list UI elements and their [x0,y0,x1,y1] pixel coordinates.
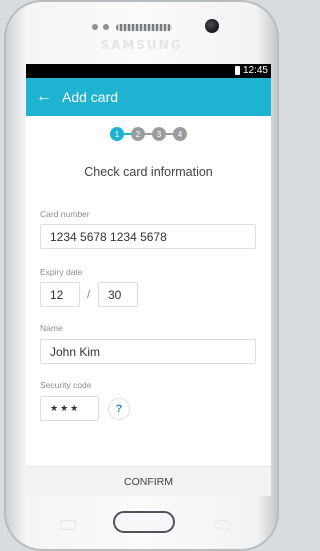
expiry-month-field[interactable]: 12 [40,282,80,307]
step-1: 1 [110,127,124,141]
card-number-field[interactable]: 1234 5678 1234 5678 [40,224,256,249]
expiry-year-field[interactable]: 30 [98,282,138,307]
step-indicator: 1 2 3 4 [26,127,271,141]
step-4: 4 [173,127,187,141]
speaker-grille [116,24,172,31]
front-camera [205,19,219,33]
security-code-field[interactable]: ★★★ [40,396,99,421]
card-number-label: Card number [40,209,90,219]
brand-logo: SAMSUNG [100,38,183,52]
section-heading: Check card information [84,165,213,179]
sensor-dot [103,24,109,30]
confirm-button[interactable]: CONFIRM [26,466,271,496]
home-button[interactable] [113,511,175,533]
screen: 12:45 ← Add card 1 2 3 4 Check card info… [26,64,271,496]
help-icon[interactable]: ? [108,398,130,420]
sensor-dot [92,24,98,30]
step-connector [145,133,152,135]
step-connector [124,133,131,135]
expiry-date-label: Expiry date [40,267,83,277]
back-key-icon[interactable] [215,520,231,530]
app-bar: ← Add card [26,78,271,116]
recent-apps-icon[interactable] [60,520,76,530]
security-code-label: Security code [40,380,92,390]
step-3: 3 [152,127,166,141]
arrow-left-icon[interactable]: ← [26,78,62,116]
name-label: Name [40,323,63,333]
battery-icon [234,66,240,75]
step-connector [166,133,173,135]
step-2: 2 [131,127,145,141]
name-field[interactable]: John Kim [40,339,256,364]
expiry-separator: / [87,287,91,301]
status-time: 12:45 [242,65,268,76]
status-bar: 12:45 [26,64,271,78]
page-title: Add card [62,89,119,105]
